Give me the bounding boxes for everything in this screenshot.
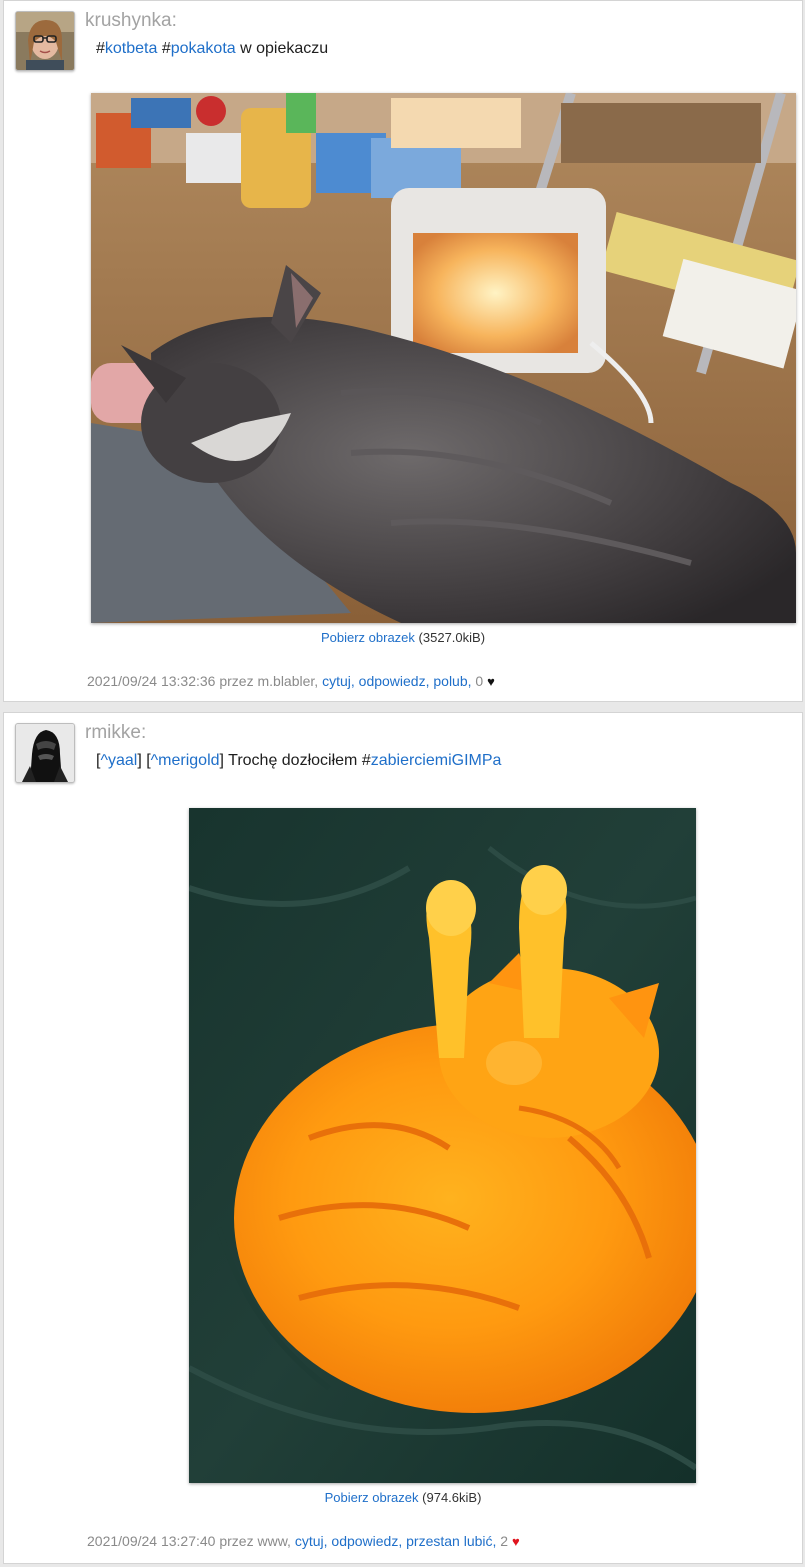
post-via: przez www, xyxy=(219,1533,291,1549)
content-text: # xyxy=(96,40,105,57)
content-text: ] [ xyxy=(137,752,151,769)
unlike-link[interactable]: przestan lubić, xyxy=(406,1533,496,1549)
content-text: ] Trochę dozłociłem # xyxy=(219,752,371,769)
download-row: Pobierz obrazek (3527.0kiB) xyxy=(4,630,802,645)
post-image[interactable] xyxy=(189,808,696,1483)
avatar-image xyxy=(16,724,74,782)
heart-icon: ♥ xyxy=(487,674,495,689)
post-author[interactable]: krushynka: xyxy=(85,10,177,32)
orange-cat-photo xyxy=(189,808,696,1483)
post-content: #kotbeta #pokakota w opiekaczu xyxy=(96,40,328,58)
mention-link[interactable]: ^yaal xyxy=(100,752,137,769)
post: krushynka: #kotbeta #pokakota w opiekacz… xyxy=(3,0,803,702)
reply-link[interactable]: odpowiedz, xyxy=(359,673,430,689)
quote-link[interactable]: cytuj, xyxy=(295,1533,328,1549)
avatar-image xyxy=(16,12,74,70)
post-timestamp[interactable]: 2021/09/24 13:27:40 xyxy=(87,1533,215,1549)
avatar[interactable] xyxy=(15,11,75,71)
like-count: 0 xyxy=(475,673,484,689)
post-image[interactable] xyxy=(91,93,796,623)
download-image-link[interactable]: Pobierz obrazek xyxy=(325,1490,419,1505)
file-size: (974.6kiB) xyxy=(422,1490,482,1505)
hashtag-link[interactable]: pokakota xyxy=(171,40,236,57)
content-text: # xyxy=(157,40,171,57)
like-count: 2 xyxy=(500,1533,509,1549)
cat-heater-photo xyxy=(91,93,796,623)
post-timestamp[interactable]: 2021/09/24 13:32:36 xyxy=(87,673,215,689)
hashtag-link[interactable]: kotbeta xyxy=(105,40,157,57)
download-image-link[interactable]: Pobierz obrazek xyxy=(321,630,415,645)
post-meta: 2021/09/24 13:32:36 przez m.blabler, cyt… xyxy=(87,673,495,689)
content-text: w opiekaczu xyxy=(235,40,329,57)
heart-icon: ♥ xyxy=(511,1534,520,1549)
avatar[interactable] xyxy=(15,723,75,783)
hashtag-link[interactable]: zabierciemiGIMPa xyxy=(371,752,502,769)
post-author[interactable]: rmikke: xyxy=(85,722,146,744)
quote-link[interactable]: cytuj, xyxy=(322,673,355,689)
file-size: (3527.0kiB) xyxy=(418,630,486,645)
mention-link[interactable]: ^merigold xyxy=(151,752,220,769)
post: rmikke: [^yaal] [^merigold] Trochę dozło… xyxy=(3,712,803,1564)
post-meta: 2021/09/24 13:27:40 przez www, cytuj, od… xyxy=(87,1533,520,1549)
post-content: [^yaal] [^merigold] Trochę dozłociłem #z… xyxy=(96,752,501,770)
post-via: przez m.blabler, xyxy=(219,673,319,689)
like-link[interactable]: polub, xyxy=(433,673,471,689)
reply-link[interactable]: odpowiedz, xyxy=(331,1533,402,1549)
download-row: Pobierz obrazek (974.6kiB) xyxy=(4,1490,802,1505)
